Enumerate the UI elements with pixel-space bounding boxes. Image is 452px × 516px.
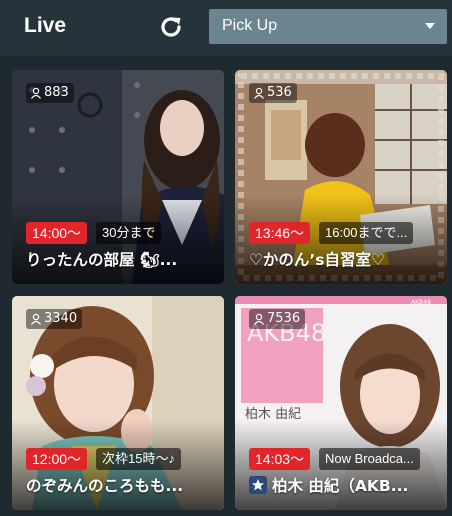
live-card[interactable]: 3340 12:00〜 次枠15時〜♪ のぞみんのころもも... [12,296,224,510]
viewer-count-value: 7536 [267,311,301,326]
filter-select[interactable]: Pick Up [209,9,447,44]
star-icon [249,476,267,494]
streamer-name: りったんの部屋 🐿... [26,251,178,269]
streamer-name: 柏木 由紀（AKB... [272,477,409,495]
stream-note: 次枠15時〜♪ [96,448,181,470]
thumbnail-corner-logo: AKB48 [411,299,431,306]
live-card[interactable]: AKB48 柏木 由紀 AKB48 7536 14:03〜 Now Broadc… [235,296,447,510]
viewer-count: 3340 [26,309,83,329]
viewer-count-value: 883 [44,85,69,100]
start-time-badge: 14:00〜 [26,222,88,244]
live-card[interactable]: 536 13:46〜 16:00までで... ♡かのん’s自習室♡ [235,70,447,284]
top-bar: Live Pick Up [0,0,452,56]
start-time-badge: 14:03〜 [249,448,311,470]
start-time-badge: 13:46〜 [249,222,311,244]
page-title: Live [24,14,67,37]
viewer-count: 883 [26,83,74,103]
streamer-name: のぞみんのころもも... [26,477,184,495]
start-time-badge: 12:00〜 [26,448,88,470]
viewer-count: 7536 [249,309,306,329]
streamer-name-row: 柏木 由紀（AKB... [249,475,437,497]
person-icon [31,87,41,99]
refresh-icon[interactable] [156,12,186,42]
stream-note: 30分まで [96,222,162,244]
viewer-count: 536 [249,83,297,103]
caret-down-icon [425,23,435,29]
viewer-count-value: 3340 [44,311,78,326]
filter-select-value: Pick Up [222,17,278,34]
person-icon [254,313,264,325]
person-icon [254,87,264,99]
streamer-name: ♡かのん’s自習室♡ [249,251,385,269]
stream-note: 16:00までで... [319,222,414,244]
person-icon [31,313,41,325]
viewer-count-value: 536 [267,85,292,100]
live-card[interactable]: 883 14:00〜 30分まで りったんの部屋 🐿... [12,70,224,284]
stream-note: Now Broadca... [319,448,420,470]
